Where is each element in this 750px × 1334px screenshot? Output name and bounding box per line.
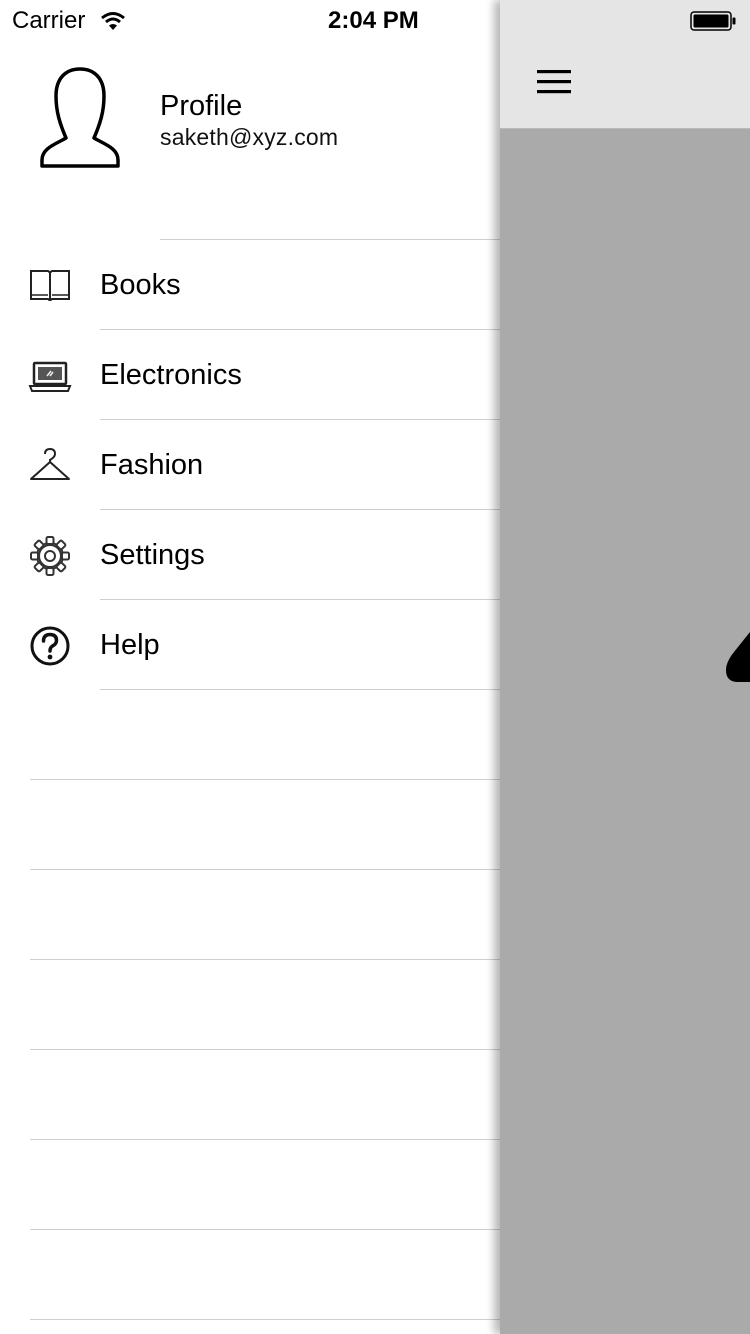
status-bar: Carrier 2:04 PM (0, 0, 750, 40)
menu-item-books[interactable]: Books (0, 240, 500, 330)
wifi-icon (101, 12, 125, 30)
menu-item-electronics[interactable]: Electronics (0, 330, 500, 420)
help-circle-icon (30, 626, 70, 666)
menu-divider (100, 689, 500, 690)
side-drawer: Profile saketh@xyz.com Books Electronics… (0, 0, 500, 1334)
menu-item-label: Help (100, 629, 160, 661)
laptop-icon (28, 361, 72, 392)
menu-item-settings[interactable]: Settings (0, 510, 500, 600)
menu-item-help[interactable]: Help (0, 600, 500, 690)
book-icon (30, 270, 70, 301)
empty-row-divider (30, 1139, 500, 1140)
main-content-panel[interactable] (500, 0, 750, 1334)
menu-item-label: Electronics (100, 359, 242, 391)
empty-row-divider (30, 1229, 500, 1230)
profile-email: saketh@xyz.com (160, 124, 339, 150)
hamburger-icon[interactable] (536, 68, 572, 96)
empty-row-divider (30, 1319, 500, 1320)
hanger-icon (30, 447, 70, 480)
empty-row-divider (30, 959, 500, 960)
drag-handle-icon[interactable] (726, 632, 750, 682)
empty-row-divider (30, 779, 500, 780)
menu-item-fashion[interactable]: Fashion (0, 420, 500, 510)
gear-icon (30, 536, 70, 576)
menu-item-label: Fashion (100, 449, 204, 481)
menu-item-label: Books (100, 269, 181, 301)
user-outline-icon[interactable] (38, 66, 122, 170)
empty-row-divider (30, 869, 500, 870)
profile-name[interactable]: Profile (160, 90, 242, 123)
battery-icon (690, 11, 736, 31)
empty-row-divider (30, 1049, 500, 1050)
menu-item-label: Settings (100, 539, 205, 571)
clock-time: 2:04 PM (328, 7, 419, 34)
carrier-label: Carrier (12, 7, 86, 34)
